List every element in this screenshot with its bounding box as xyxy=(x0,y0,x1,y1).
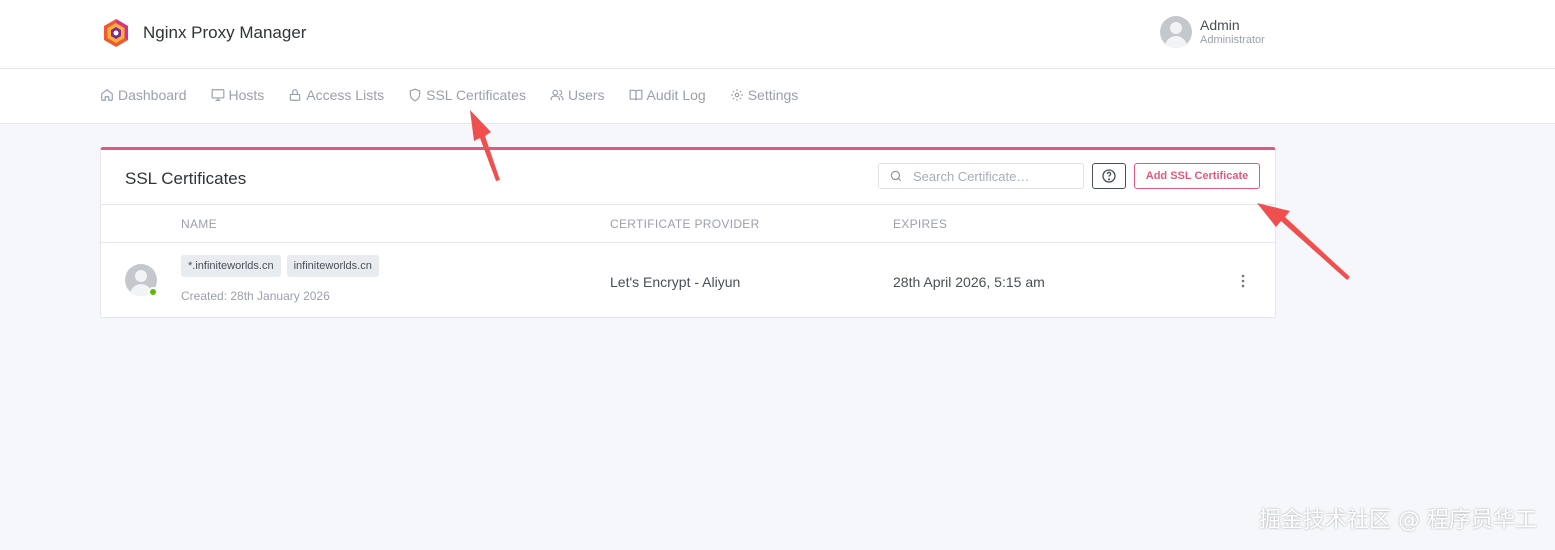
help-button[interactable] xyxy=(1092,163,1126,189)
watermark: 掘金技术社区 @ 程序员华工 xyxy=(1259,508,1537,533)
domain-tag: *.infiniteworlds.cn xyxy=(181,255,281,277)
user-role: Administrator xyxy=(1200,33,1265,46)
nav-label: Dashboard xyxy=(118,87,187,103)
gear-icon xyxy=(730,89,743,101)
brand[interactable]: Nginx Proxy Manager xyxy=(101,18,306,48)
nav-label: Audit Log xyxy=(646,87,706,103)
nav-item-users[interactable]: Users xyxy=(550,87,605,103)
nav-label: Settings xyxy=(747,87,799,103)
main-nav: Dashboard Hosts Access Lists SSL Certifi… xyxy=(0,69,1555,124)
nav-label: Users xyxy=(567,87,605,103)
nav-item-access-lists[interactable]: Access Lists xyxy=(288,87,384,103)
users-icon xyxy=(550,89,564,101)
nav-item-dashboard[interactable]: Dashboard xyxy=(100,87,187,103)
app-logo-icon xyxy=(104,19,128,47)
lock-icon xyxy=(290,89,301,101)
created-date: Created: 28th January 2026 xyxy=(181,289,330,303)
home-icon xyxy=(101,89,113,101)
card-title: SSL Certificates xyxy=(125,169,247,188)
shield-icon xyxy=(409,88,421,102)
nav-item-settings[interactable]: Settings xyxy=(730,87,799,103)
nav-label: SSL Certificates xyxy=(426,87,526,103)
table-row: *.infiniteworlds.cn infiniteworlds.cn Cr… xyxy=(101,243,1275,318)
nav-label: Hosts xyxy=(228,87,265,103)
table-header: NAME CERTIFICATE PROVIDER EXPIRES xyxy=(101,205,1275,243)
user-menu[interactable]: Admin Administrator xyxy=(1160,16,1265,48)
column-header-provider: CERTIFICATE PROVIDER xyxy=(610,217,760,231)
user-name: Admin xyxy=(1200,17,1240,33)
monitor-icon xyxy=(211,89,224,101)
expiry-date: 28th April 2026, 5:15 am xyxy=(893,274,1045,290)
more-vertical-icon xyxy=(1241,274,1245,288)
certificate-avatar xyxy=(125,264,158,297)
search-icon xyxy=(890,170,902,182)
header: Nginx Proxy Manager Admin Administrator xyxy=(0,0,1555,69)
nav-item-audit-log[interactable]: Audit Log xyxy=(629,87,706,103)
user-avatar[interactable] xyxy=(1160,16,1192,48)
search-box[interactable] xyxy=(878,163,1084,189)
certificate-provider: Let's Encrypt - Aliyun xyxy=(610,274,741,290)
column-header-name: NAME xyxy=(181,217,217,231)
ssl-certificates-card: SSL Certificates Add SSL Certificate NAM… xyxy=(100,147,1276,318)
book-icon xyxy=(629,89,642,101)
app-title: Nginx Proxy Manager xyxy=(143,23,307,42)
nav-item-hosts[interactable]: Hosts xyxy=(211,87,265,103)
add-ssl-certificate-button[interactable]: Add SSL Certificate xyxy=(1134,163,1260,189)
status-online-indicator xyxy=(148,287,158,297)
search-input[interactable] xyxy=(913,168,1073,184)
domain-tags: *.infiniteworlds.cn infiniteworlds.cn xyxy=(181,255,385,277)
nav-label: Access Lists xyxy=(306,87,385,103)
help-icon xyxy=(1102,169,1116,183)
row-actions-menu[interactable] xyxy=(1233,272,1253,290)
nav-item-ssl-certificates[interactable]: SSL Certificates xyxy=(408,87,526,103)
column-header-expires: EXPIRES xyxy=(893,217,948,231)
domain-tag: infiniteworlds.cn xyxy=(286,255,379,277)
